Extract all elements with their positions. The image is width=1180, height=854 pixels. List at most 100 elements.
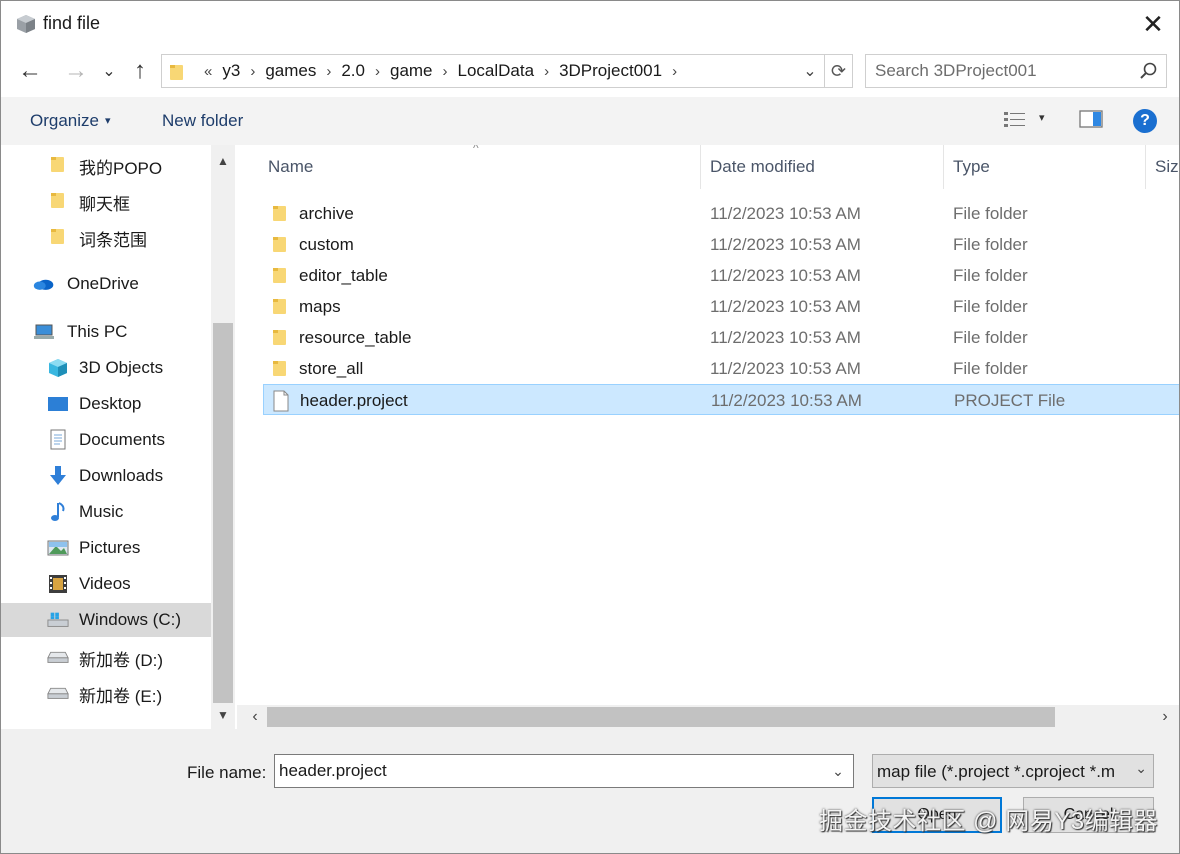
file-list-horizontal-scrollbar[interactable]: ‹ › <box>237 705 1179 729</box>
file-icon <box>272 390 290 412</box>
sidebar-item[interactable]: 我的POPO <box>1 147 211 181</box>
downloads-icon <box>47 466 69 486</box>
breadcrumb-item[interactable]: games <box>261 61 320 81</box>
file-row[interactable]: custom 11/2/2023 10:53 AM File folder <box>263 229 1179 260</box>
breadcrumb-item[interactable]: y3 <box>218 61 244 81</box>
sidebar-item[interactable]: Pictures <box>1 531 211 565</box>
scrollbar-thumb[interactable] <box>213 323 233 703</box>
breadcrumb-separator-icon[interactable]: › <box>244 63 261 80</box>
search-icon[interactable] <box>1138 61 1158 81</box>
file-date-modified: 11/2/2023 10:53 AM <box>710 297 861 316</box>
file-name: custom <box>299 235 354 254</box>
file-type-filter[interactable]: map file (*.project *.cproject *.m ⌄ <box>872 754 1154 788</box>
help-button[interactable]: ? <box>1133 109 1157 133</box>
file-row[interactable]: header.project 11/2/2023 10:53 AM PROJECT … <box>263 384 1179 415</box>
column-header-size[interactable]: Size <box>1155 145 1179 189</box>
sidebar-item-label: 3D Objects <box>79 358 164 377</box>
sidebar-item[interactable]: Music <box>1 495 211 529</box>
organize-menu[interactable]: Organize ▾ <box>30 111 111 131</box>
forward-button[interactable]: → <box>61 55 91 87</box>
scroll-right-button[interactable]: › <box>1153 705 1177 729</box>
file-row[interactable]: archive 11/2/2023 10:53 AM File folder <box>263 198 1179 229</box>
breadcrumb-item[interactable]: game <box>386 61 437 81</box>
file-type: File folder <box>953 235 1028 254</box>
file-name-input[interactable] <box>275 755 823 787</box>
sidebar-item[interactable]: 聊天框 <box>1 183 211 217</box>
3d-objects-icon <box>47 358 69 378</box>
scroll-left-button[interactable]: ‹ <box>243 705 267 729</box>
sidebar-item[interactable]: 新加卷 (D:) <box>1 639 211 673</box>
refresh-button[interactable]: ⟳ <box>824 55 852 87</box>
chevron-down-icon: ⌄ <box>803 63 817 80</box>
sidebar-item-label: This PC <box>67 322 128 341</box>
file-row[interactable]: resource_table 11/2/2023 10:53 AM File fol… <box>263 322 1179 353</box>
breadcrumb-item[interactable]: 3DProject001 <box>555 61 666 81</box>
chevron-down-icon: ⌄ <box>832 762 844 779</box>
column-divider[interactable] <box>943 145 944 189</box>
sidebar-item[interactable]: This PC <box>1 315 211 349</box>
breadcrumb-separator-icon[interactable]: › <box>437 63 454 80</box>
breadcrumb-separator-icon[interactable]: › <box>666 63 683 80</box>
nav-vertical-scrollbar[interactable]: ▲ ▼ <box>211 145 235 729</box>
close-button[interactable]: ✕ <box>1127 1 1179 47</box>
file-name: store_all <box>299 359 364 378</box>
up-button[interactable]: ↑ <box>125 55 155 87</box>
file-name-dropdown-button[interactable]: ⌄ <box>827 759 849 783</box>
breadcrumb-separator-icon[interactable]: › <box>369 63 386 80</box>
breadcrumb-separator-icon[interactable]: › <box>538 63 555 80</box>
sidebar-item-label: 聊天框 <box>79 195 130 214</box>
sidebar-item[interactable]: 新加卷 (E:) <box>1 675 211 709</box>
file-row[interactable]: store_all 11/2/2023 10:53 AM File folder <box>263 353 1179 384</box>
scroll-down-button[interactable]: ▼ <box>211 701 235 729</box>
scroll-up-button[interactable]: ▲ <box>211 147 235 175</box>
back-button[interactable]: ← <box>15 55 45 87</box>
column-header-name[interactable]: Name <box>268 145 313 189</box>
file-type: File folder <box>953 266 1028 285</box>
folder-icon <box>271 234 289 254</box>
close-icon: ✕ <box>1142 8 1164 39</box>
address-dropdown-button[interactable]: ⌄ <box>798 55 822 87</box>
search-box <box>865 54 1167 88</box>
file-type: File folder <box>953 297 1028 316</box>
file-date-modified: 11/2/2023 10:53 AM <box>711 391 862 410</box>
column-header-date-modified[interactable]: Date modified <box>710 145 815 189</box>
sidebar-item[interactable]: 3D Objects <box>1 351 211 385</box>
onedrive-icon <box>33 274 55 294</box>
sidebar-item[interactable]: Downloads <box>1 459 211 493</box>
sidebar-item[interactable]: Videos <box>1 567 211 601</box>
navigation-bar: ← → ⌄ ↑ « y3 › games › 2.0 › game › LocalData › 3D… <box>1 47 1179 97</box>
sidebar-item[interactable]: Desktop <box>1 387 211 421</box>
address-bar[interactable]: « y3 › games › 2.0 › game › LocalData › 3DProject0… <box>161 54 853 88</box>
documents-icon <box>47 429 69 450</box>
title-bar: find file ✕ <box>1 1 1179 47</box>
sidebar-item[interactable]: 词条范围 <box>1 219 211 253</box>
sidebar-item-label: Videos <box>79 574 131 593</box>
sort-ascending-icon: ^ <box>473 145 479 155</box>
breadcrumb-item[interactable]: 2.0 <box>337 61 369 81</box>
column-divider[interactable] <box>1145 145 1146 189</box>
breadcrumb-separator-icon[interactable]: › <box>320 63 337 80</box>
breadcrumb-item[interactable]: LocalData <box>454 61 539 81</box>
new-folder-button[interactable]: New folder <box>162 111 243 131</box>
file-date-modified: 11/2/2023 10:53 AM <box>710 328 861 347</box>
sidebar-item[interactable]: Documents <box>1 423 211 457</box>
file-row[interactable]: maps 11/2/2023 10:53 AM File folder <box>263 291 1179 322</box>
recent-locations-button[interactable]: ⌄ <box>97 55 121 87</box>
column-header-type[interactable]: Type <box>953 145 990 189</box>
preview-pane-icon[interactable] <box>1079 109 1103 129</box>
breadcrumb-overflow[interactable]: « <box>198 63 218 80</box>
file-name: editor_table <box>299 266 388 285</box>
change-view-button[interactable]: ▾ <box>1003 109 1053 133</box>
sidebar-item[interactable]: Windows (C:) <box>1 603 211 637</box>
file-date-modified: 11/2/2023 10:53 AM <box>710 235 861 254</box>
scrollbar-thumb[interactable] <box>267 707 1055 727</box>
search-input[interactable] <box>866 55 1136 87</box>
file-type: PROJECT File <box>954 391 1066 410</box>
file-row[interactable]: editor_table 11/2/2023 10:53 AM File folde… <box>263 260 1179 291</box>
folder-icon <box>47 226 69 246</box>
pc-icon <box>33 322 55 342</box>
chevron-down-icon: ⌄ <box>1135 760 1147 776</box>
column-divider[interactable] <box>700 145 701 189</box>
sidebar-item[interactable]: OneDrive <box>1 267 211 301</box>
file-name-label: File name: <box>187 763 267 782</box>
